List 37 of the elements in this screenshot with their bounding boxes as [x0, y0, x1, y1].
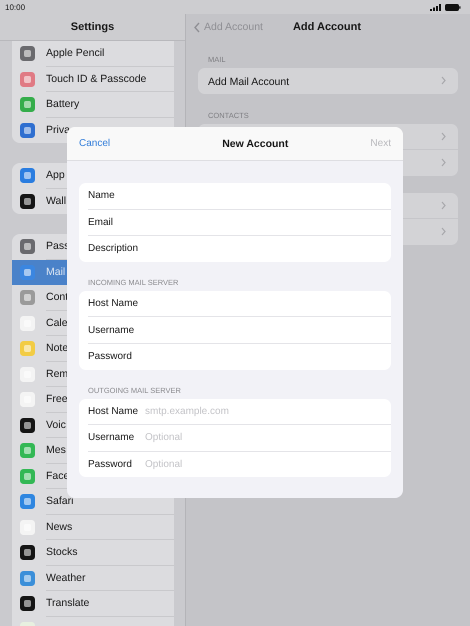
dialog-title: New Account [222, 138, 288, 150]
sidebar-item[interactable]: Voic [12, 412, 67, 438]
sidebar-item[interactable]: Translate [12, 591, 174, 616]
sidebar-item[interactable]: News [12, 514, 174, 540]
sidebar-item[interactable]: Apple Pencil [12, 41, 174, 66]
signal-icon [430, 4, 442, 10]
chevron-right-icon [441, 76, 446, 86]
field-label: Name [88, 190, 116, 202]
sidebar-item[interactable]: Battery [12, 92, 174, 118]
sidebar-title: Settings [70, 21, 114, 33]
sidebar-item[interactable]: Wall [12, 188, 67, 214]
field-label: Username [88, 432, 136, 444]
status-time: 10:00 [5, 2, 26, 12]
page-title: Add Account [292, 21, 361, 33]
field-label: Username [88, 324, 136, 336]
sidebar-item[interactable]: Stocks [12, 540, 174, 566]
field-label: Password [88, 459, 133, 470]
chevron-right-icon [441, 158, 446, 168]
input-field[interactable]: Optional [145, 459, 381, 470]
battery-icon [445, 4, 461, 10]
chevron-left-icon [194, 22, 200, 32]
sidebar-item[interactable]: Mes [12, 438, 67, 464]
sidebar-item[interactable]: Touch ID & Passcode [12, 66, 174, 92]
input-field[interactable]: Optional [145, 432, 381, 444]
field-label: Password [88, 351, 133, 362]
sidebar-item[interactable]: Weather [12, 566, 174, 591]
input-field[interactable]: smtp.example.com [145, 406, 381, 417]
field-label: Host Name [88, 406, 140, 417]
chevron-right-icon [441, 200, 446, 210]
list-item[interactable]: Add Mail Account [208, 76, 290, 88]
chevron-right-icon [441, 227, 446, 236]
chevron-right-icon [441, 132, 446, 141]
field-label: Host Name [88, 298, 140, 310]
sidebar-item[interactable]: App [12, 163, 67, 188]
field-label: Description [88, 243, 140, 254]
cancel-button[interactable]: Cancel [79, 138, 110, 149]
field-label: Email [88, 216, 114, 228]
